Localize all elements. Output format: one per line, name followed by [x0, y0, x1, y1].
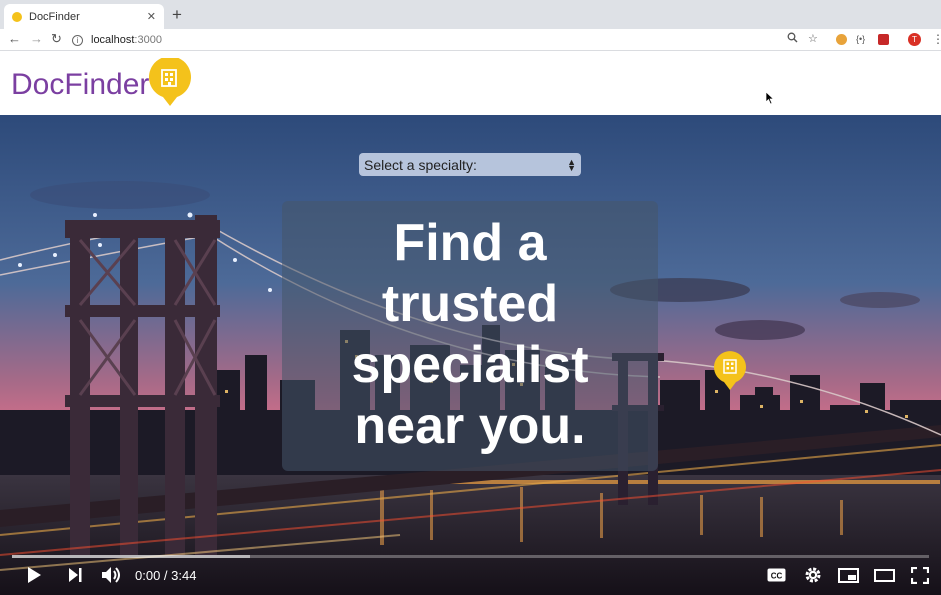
- extension-code-icon[interactable]: {•}: [856, 32, 865, 47]
- forward-icon[interactable]: →: [30, 32, 43, 46]
- browser-menu-icon[interactable]: ⋮: [932, 32, 941, 46]
- reload-icon[interactable]: ↻: [51, 32, 62, 46]
- hero-section: Select a specialty: ▲ ▼ Find a trusted sp…: [0, 115, 941, 595]
- back-icon[interactable]: ←: [8, 32, 21, 46]
- tab-close-icon[interactable]: ✕: [147, 10, 156, 23]
- specialty-select-placeholder: Select a specialty:: [364, 156, 477, 173]
- url-port: :3000: [134, 34, 162, 46]
- url-host: localhost: [91, 34, 135, 46]
- hero-headline-line: trusted: [381, 275, 559, 333]
- hero-headline-line: Find a: [393, 214, 547, 272]
- theater-mode-icon[interactable]: [874, 569, 895, 582]
- extension-pdf-icon[interactable]: [878, 34, 889, 45]
- play-icon[interactable]: [26, 566, 42, 584]
- site-info-icon[interactable]: i: [72, 34, 83, 46]
- settings-gear-icon[interactable]: [804, 566, 822, 584]
- profile-avatar[interactable]: T: [908, 33, 921, 46]
- captions-icon[interactable]: CC: [767, 568, 786, 582]
- bookmark-star-icon[interactable]: ☆: [808, 32, 818, 47]
- extension-icon[interactable]: [836, 34, 847, 45]
- select-arrows-icon: ▲ ▼: [567, 156, 576, 173]
- site-header: DocFinder: [0, 51, 941, 115]
- mouse-cursor-icon: [765, 91, 775, 105]
- browser-tab-bar: DocFinder ✕ +: [0, 0, 941, 29]
- map-pin-icon: [714, 351, 746, 390]
- tab-title: DocFinder: [29, 10, 80, 23]
- miniplayer-icon[interactable]: [838, 568, 859, 583]
- browser-tab[interactable]: DocFinder ✕: [4, 4, 164, 29]
- svg-text:CC: CC: [771, 572, 783, 581]
- address-bar[interactable]: i localhost:3000: [72, 31, 832, 49]
- logo-text[interactable]: DocFinder: [11, 68, 149, 102]
- volume-icon[interactable]: [101, 566, 123, 584]
- next-icon[interactable]: [67, 566, 83, 584]
- video-time-display: 0:00 / 3:44: [135, 568, 197, 583]
- hero-headline: Find a trusted specialist near you.: [282, 213, 658, 457]
- logo-pin-icon: [149, 58, 191, 106]
- favicon-icon: [12, 11, 22, 22]
- hero-headline-line: specialist: [351, 336, 589, 394]
- new-tab-icon[interactable]: +: [172, 6, 182, 23]
- fullscreen-icon[interactable]: [911, 567, 929, 584]
- hero-headline-line: near you.: [354, 397, 586, 455]
- video-buffered-bar: [12, 555, 250, 558]
- specialty-select[interactable]: Select a specialty: ▲ ▼: [359, 153, 581, 176]
- zoom-icon[interactable]: [787, 32, 798, 48]
- browser-toolbar: ← → ↻ i localhost:3000 ☆ {•} T ⋮: [0, 29, 941, 51]
